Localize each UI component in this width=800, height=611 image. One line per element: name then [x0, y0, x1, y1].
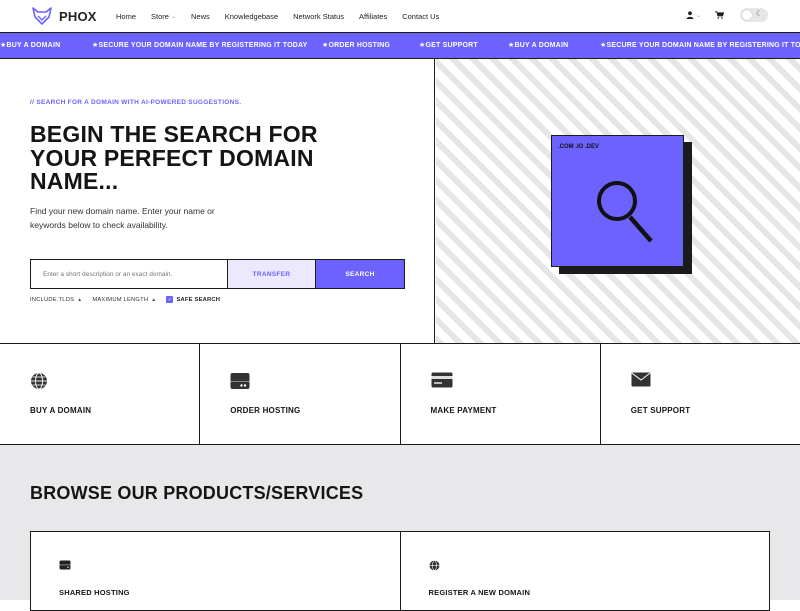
quick-link-label: GET SUPPORT: [630, 406, 691, 415]
nav-item-label: Network Status: [293, 11, 344, 21]
brand-name: PHOX: [59, 8, 97, 24]
product-card-shared-hosting[interactable]: SHARED HOSTING: [31, 532, 401, 610]
option-label: INCLUDE TLDS: [30, 296, 75, 303]
site-header: PHOX Home Store ⌄ News Knowledgebase Netw…: [0, 0, 800, 32]
quick-link-label: BUY A DOMAIN: [30, 406, 92, 415]
announcement-ticker: ★BUY A DOMAIN ★SECURE YOUR DOMAIN NAME B…: [0, 32, 800, 59]
hero-section: // SEARCH FOR A DOMAIN WITH AI-POWERED S…: [0, 59, 800, 344]
server-icon: [59, 560, 71, 570]
quick-link-label: ORDER HOSTING: [230, 406, 301, 415]
nav-item-label: Home: [116, 11, 137, 21]
ticker-item[interactable]: ★BUY A DOMAIN: [508, 41, 568, 49]
hero-tagline: // SEARCH FOR A DOMAIN WITH AI-POWERED S…: [30, 99, 242, 106]
nav-item-label: Affiliates: [359, 11, 388, 21]
globe-icon: [31, 372, 47, 390]
nav-item-knowledgebase[interactable]: Knowledgebase: [225, 12, 278, 21]
products-title: BROWSE OUR PRODUCTS/SERVICES: [30, 483, 364, 503]
header-actions: ⌄ ☾: [686, 8, 768, 22]
quick-link-order-hosting[interactable]: ORDER HOSTING: [200, 344, 401, 444]
search-button[interactable]: SEARCH: [315, 260, 404, 288]
chevron-down-icon: ⌄: [695, 12, 701, 19]
toggle-knob: [742, 10, 752, 20]
ticker-item[interactable]: ★SECURE YOUR DOMAIN NAME BY REGISTERING …: [92, 41, 308, 49]
nav-item-contact-us[interactable]: Contact Us: [402, 12, 439, 21]
caret-up-icon: ▲: [77, 296, 83, 303]
ticker-item[interactable]: ★GET SUPPORT: [419, 41, 478, 49]
nav-item-affiliates[interactable]: Affiliates: [359, 12, 387, 21]
include-tlds-dropdown[interactable]: INCLUDE TLDS ▲: [30, 297, 82, 303]
nav-item-network-status[interactable]: Network Status: [293, 12, 344, 21]
domain-card: .COM .IO .DEV: [551, 135, 684, 267]
theme-toggle[interactable]: ☾: [740, 8, 768, 22]
chevron-down-icon: ⌄: [170, 13, 176, 20]
user-menu-button[interactable]: ⌄: [686, 11, 701, 19]
quick-links: BUY A DOMAIN ORDER HOSTING MAKE PAYMENT …: [0, 344, 800, 445]
hero-description: Find your new domain name. Enter your na…: [30, 206, 215, 230]
quick-link-make-payment[interactable]: MAKE PAYMENT: [400, 344, 601, 444]
nav-item-label: Knowledgebase: [224, 11, 279, 21]
quick-link-get-support[interactable]: GET SUPPORT: [600, 344, 800, 444]
max-length-dropdown[interactable]: MAXIMUM LENGTH ▲: [92, 297, 156, 303]
moon-icon: ☾: [755, 9, 763, 18]
ticker-item[interactable]: ★SECURE YOUR DOMAIN NAME BY REGISTERING …: [600, 41, 800, 49]
fox-logo-icon: [32, 7, 52, 25]
quick-link-buy-domain[interactable]: BUY A DOMAIN: [0, 344, 201, 444]
nav-item-news[interactable]: News: [191, 12, 210, 21]
cart-button[interactable]: [715, 11, 724, 19]
nav-item-label: Contact Us: [402, 11, 440, 21]
cart-icon: [715, 11, 724, 19]
domain-search-input[interactable]: [31, 260, 227, 288]
products-grid: SHARED HOSTING REGISTER A NEW DOMAIN: [30, 531, 770, 611]
globe-icon: [429, 560, 439, 571]
hero-illustration: .COM .IO .DEV: [436, 59, 800, 343]
hero-title: BEGIN THE SEARCH FOR YOUR PERFECT DOMAIN…: [30, 121, 318, 194]
product-card-register-domain[interactable]: REGISTER A NEW DOMAIN: [401, 532, 770, 610]
envelope-icon: [631, 372, 651, 387]
main-nav: Home Store ⌄ News Knowledgebase Network S…: [116, 0, 454, 32]
hero-search-panel: // SEARCH FOR A DOMAIN WITH AI-POWERED S…: [0, 59, 435, 343]
user-icon: [686, 11, 694, 19]
nav-item-label: Store: [151, 11, 169, 21]
option-label: SAFE SEARCH: [176, 296, 221, 303]
transfer-button[interactable]: TRANSFER: [227, 260, 315, 288]
product-label: SHARED HOSTING: [59, 588, 130, 597]
option-label: MAXIMUM LENGTH: [92, 296, 149, 303]
logo[interactable]: PHOX: [32, 7, 97, 25]
products-section: BROWSE OUR PRODUCTS/SERVICES SHARED HOST…: [0, 445, 800, 611]
search-options: INCLUDE TLDS ▲ MAXIMUM LENGTH ▲ ✓ SAFE SEA…: [30, 296, 230, 303]
quick-link-label: MAKE PAYMENT: [430, 406, 497, 415]
ticker-item[interactable]: ★ORDER HOSTING: [322, 41, 390, 49]
nav-item-store[interactable]: Store ⌄: [151, 12, 176, 21]
safe-search-checkbox[interactable]: ✓ SAFE SEARCH: [166, 296, 220, 303]
nav-item-label: News: [190, 11, 210, 21]
ticker-item[interactable]: ★BUY A DOMAIN: [0, 41, 60, 49]
credit-card-icon: [431, 372, 452, 388]
tld-label: .COM .IO .DEV: [558, 144, 600, 150]
nav-item-home[interactable]: Home: [116, 12, 136, 21]
magnifier-icon: [597, 181, 653, 243]
caret-up-icon: ▲: [151, 296, 157, 303]
domain-search-form: TRANSFER SEARCH: [30, 259, 405, 289]
server-icon: [230, 373, 250, 389]
checkbox-checked-icon: ✓: [166, 296, 174, 303]
product-label: REGISTER A NEW DOMAIN: [428, 588, 531, 597]
